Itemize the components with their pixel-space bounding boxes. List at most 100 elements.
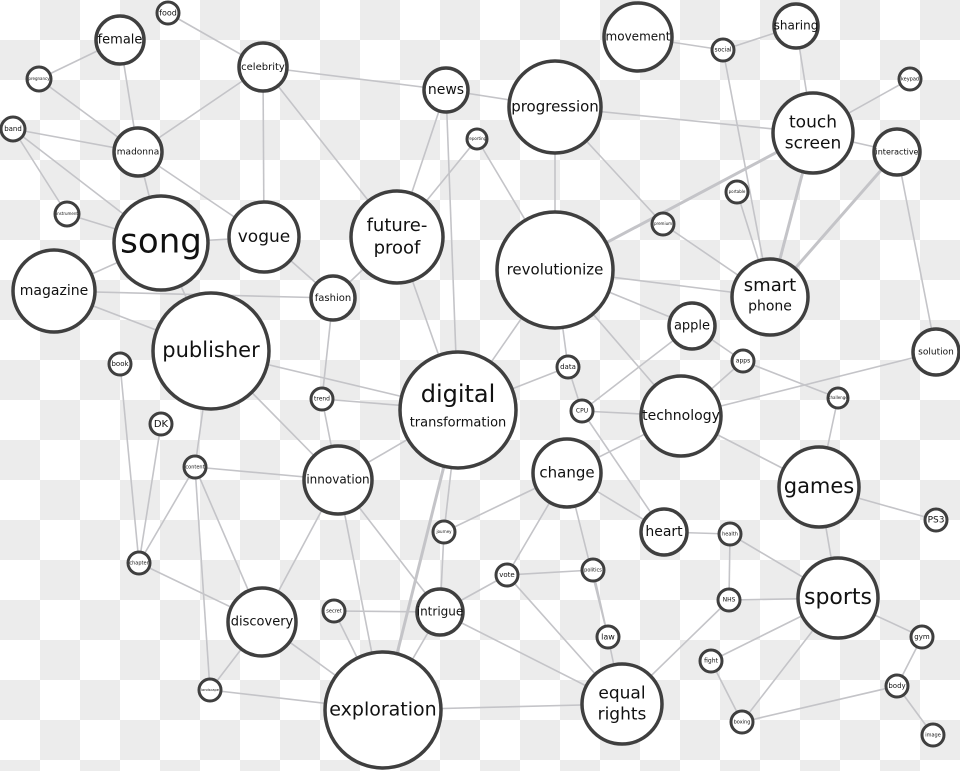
node-keypad: keypad: [897, 66, 923, 92]
edge-interactive-solution: [896, 151, 937, 353]
edge-band-instrument: [12, 128, 68, 215]
node-label: intrigue: [417, 605, 464, 619]
node-sports: sports: [796, 556, 880, 640]
node-label: discovery: [231, 615, 294, 630]
node-games: games: [777, 445, 861, 529]
node-label: female: [98, 33, 143, 48]
node-label: challenge: [828, 395, 848, 400]
node-smart-phone: smart phone: [730, 257, 810, 337]
node-data: data: [555, 354, 581, 380]
node-journey: journey: [431, 519, 457, 545]
node-gym: gym: [909, 624, 935, 650]
node-label: body: [888, 682, 905, 690]
node-label: portable: [729, 189, 746, 194]
node-label: apple: [674, 319, 710, 334]
node-song: song: [112, 194, 210, 292]
node-circle: [398, 350, 518, 470]
node-label: digital: [421, 380, 496, 408]
node-label: revolutionize: [507, 261, 604, 279]
node-label: politics: [584, 568, 602, 574]
node-intrigue: intrigue: [415, 587, 465, 637]
node-label: image: [925, 733, 941, 739]
node-politics: politics: [580, 557, 606, 583]
node-label: instrument: [56, 211, 78, 216]
node-reporting: reporting: [465, 127, 489, 151]
node-touch-screen: touchscreen: [771, 91, 855, 175]
node-instrument: instrument: [53, 200, 81, 228]
node-label: future-: [367, 215, 428, 236]
node-apps: apps: [730, 348, 756, 374]
node-landscape: landscape: [197, 677, 223, 703]
node-pregnancy: pregnancy: [25, 65, 53, 93]
node-label: book: [111, 360, 129, 368]
node-label: publisher: [162, 338, 260, 362]
node-label: reporting: [468, 136, 487, 141]
node-challenge: challenge: [826, 386, 850, 410]
node-label: phone: [748, 298, 792, 314]
node-book: book: [107, 351, 133, 377]
node-label: health: [722, 532, 738, 538]
node-label: CPU: [576, 408, 588, 415]
node-change: change: [531, 437, 603, 509]
edge-content-landscape: [194, 466, 211, 691]
node-female: female: [94, 14, 146, 66]
node-label: news: [428, 82, 464, 98]
node-label: vogue: [238, 227, 291, 247]
node-label: food: [159, 9, 177, 18]
edge-dk-chapter: [138, 423, 162, 564]
node-label: change: [539, 464, 594, 482]
node-fashion: fashion: [309, 274, 357, 322]
node-sharing: sharing: [772, 2, 820, 50]
node-label: solution: [918, 348, 954, 358]
node-apple: apple: [667, 301, 717, 351]
node-vote: vote: [494, 562, 520, 588]
node-health: health: [717, 521, 743, 547]
node-label: social: [714, 47, 731, 54]
node-digital-transformation: digital transformation: [398, 350, 518, 470]
node-label: screen: [785, 134, 842, 154]
node-label: progression: [511, 98, 599, 116]
node-chapter: chapter: [126, 550, 152, 576]
node-label: song: [120, 222, 202, 262]
node-label: landscape: [201, 688, 219, 692]
node-label: pregnancy: [28, 76, 50, 81]
node-label: sharing: [774, 19, 819, 33]
node-discovery: discovery: [226, 586, 298, 658]
node-innovation: innovation: [302, 444, 374, 516]
node-social: social: [710, 37, 736, 63]
node-label: technology: [642, 408, 720, 424]
node-circle: [730, 257, 810, 337]
node-equal-rights: equalrights: [580, 662, 664, 746]
node-label: proof: [374, 237, 421, 258]
node-vogue: vogue: [227, 200, 301, 274]
node-label: exploration: [329, 699, 436, 721]
node-body: body: [884, 673, 910, 699]
node-label: vote: [499, 571, 514, 579]
node-label: trend: [314, 396, 330, 403]
node-label: transformation: [410, 416, 507, 431]
node-label: DK: [154, 419, 169, 430]
node-technology: technology: [639, 374, 723, 458]
node-magazine: magazine: [11, 248, 97, 334]
concept-network-diagram: food female pregnancy band madonna celebrity i…: [0, 0, 960, 770]
node-secret: secret: [321, 598, 347, 624]
node-label: content: [185, 465, 204, 471]
node-dk: DK: [148, 411, 174, 437]
node-revolutionize: revolutionize: [495, 210, 615, 330]
node-label: movement: [606, 30, 671, 44]
node-celebrity: celebrity: [237, 41, 289, 93]
node-label: secret: [326, 609, 341, 615]
node-label: madonna: [117, 148, 159, 158]
node-label: fight: [704, 658, 718, 665]
node-label: premium: [654, 221, 672, 226]
node-fight: fight: [698, 648, 724, 674]
node-label: PS3: [928, 516, 945, 526]
node-image: image: [920, 722, 946, 748]
node-label: games: [784, 474, 855, 498]
node-nhs: NHS: [716, 587, 742, 613]
node-future-proof: future-proof: [349, 189, 445, 285]
node-label: journey: [435, 529, 452, 534]
edge-celebrity-news: [262, 66, 447, 91]
node-label: smart: [744, 275, 796, 296]
node-food: food: [155, 0, 181, 26]
